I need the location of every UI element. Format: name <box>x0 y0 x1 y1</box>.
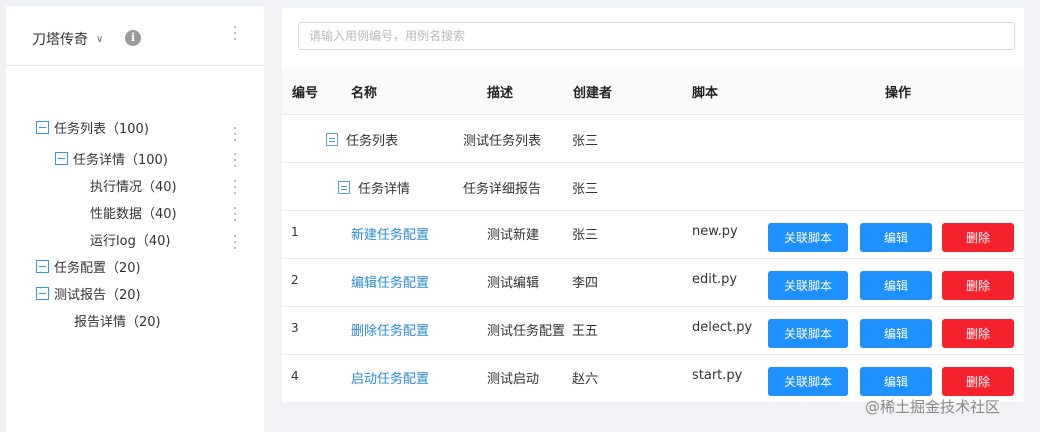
row-creator: 张三 <box>572 228 599 243</box>
row-desc: 任务详细报告 <box>463 182 542 197</box>
row-desc: 测试任务配置 <box>487 324 566 339</box>
edit-button[interactable]: 编辑 <box>860 319 932 348</box>
tree-node-task-list[interactable]: 任务列表（100) <box>36 117 149 137</box>
column-header-id: 编号 <box>292 86 319 101</box>
table-row[interactable]: 任务详情 任务详细报告 张三 <box>282 163 1024 211</box>
row-name-link[interactable]: 新建任务配置 <box>351 224 429 243</box>
table-header: 编号 名称 描述 创建者 脚本 操作 <box>282 68 1024 115</box>
tree-node-task-config[interactable]: 任务配置（20) <box>36 256 141 276</box>
row-id: 2 <box>291 273 299 287</box>
tree-node-report-detail[interactable]: 报告详情（20) <box>74 310 161 330</box>
chevron-down-icon: ∨ <box>96 33 104 45</box>
tree-node-label: 任务配置（20) <box>54 260 141 276</box>
more-icon[interactable] <box>232 127 238 141</box>
row-id: 3 <box>291 321 299 335</box>
tree-node-label: 性能数据（40) <box>90 206 177 222</box>
collapse-icon[interactable] <box>36 286 49 300</box>
tree-node-performance[interactable]: 性能数据（40) <box>90 202 177 222</box>
table-row[interactable]: 2 编辑任务配置 测试编辑 李四 edit.py 关联脚本 编辑 删除 <box>282 259 1024 307</box>
row-id: 1 <box>291 225 299 239</box>
row-creator: 张三 <box>572 182 599 197</box>
link-script-button[interactable]: 关联脚本 <box>768 223 848 252</box>
row-name: 任务详情 <box>338 178 410 197</box>
link-script-button[interactable]: 关联脚本 <box>768 271 848 300</box>
row-script: start.py <box>692 368 743 383</box>
row-name: 任务列表 <box>326 130 398 149</box>
delete-button[interactable]: 删除 <box>942 271 1014 300</box>
column-header-actions: 操作 <box>885 86 912 101</box>
column-header-creator: 创建者 <box>573 86 613 101</box>
row-script: new.py <box>692 224 738 239</box>
project-sidebar: 刀塔传奇 ∨ i 任务列表（100) 任务详情（100) 执行情况（40) 性能… <box>6 6 264 432</box>
tree-node-test-report[interactable]: 测试报告（20) <box>36 283 141 303</box>
tree-node-label: 执行情况（40) <box>90 179 177 195</box>
project-selector[interactable]: 刀塔传奇 ∨ <box>32 29 103 49</box>
watermark: @稀土掘金技术社区 <box>865 398 1001 416</box>
delete-button[interactable]: 删除 <box>942 223 1014 252</box>
tree-node-run-log[interactable]: 运行log（40) <box>90 229 170 249</box>
folder-icon <box>326 133 338 146</box>
row-desc: 测试编辑 <box>487 276 540 291</box>
task-table-panel: 编号 名称 描述 创建者 脚本 操作 任务列表 测试任务列表 张三 任务详情 任… <box>282 8 1024 402</box>
info-icon[interactable]: i <box>125 30 141 46</box>
more-icon[interactable] <box>232 207 238 221</box>
tree-node-label: 报告详情（20) <box>74 314 161 330</box>
row-creator: 张三 <box>572 134 599 149</box>
more-icon[interactable] <box>232 180 238 194</box>
row-desc: 测试新建 <box>487 228 540 243</box>
more-icon[interactable] <box>232 153 238 167</box>
row-script: edit.py <box>692 272 738 287</box>
row-name-link[interactable]: 编辑任务配置 <box>351 272 429 291</box>
tree-node-task-detail[interactable]: 任务详情（100) <box>55 148 168 168</box>
row-name-link[interactable]: 删除任务配置 <box>351 320 429 339</box>
row-desc: 测试任务列表 <box>463 134 542 149</box>
delete-button[interactable]: 删除 <box>942 319 1014 348</box>
column-header-desc: 描述 <box>487 86 514 101</box>
folder-name: 任务列表 <box>346 134 399 149</box>
tree-node-label: 运行log（40) <box>90 233 171 249</box>
more-icon[interactable] <box>232 235 238 249</box>
tree-node-execution[interactable]: 执行情况（40) <box>90 175 177 195</box>
link-script-button[interactable]: 关联脚本 <box>768 319 848 348</box>
row-script: delect.py <box>692 320 753 335</box>
search-input[interactable] <box>298 22 1015 50</box>
edit-button[interactable]: 编辑 <box>860 271 932 300</box>
tree-node-label: 测试报告（20) <box>54 287 141 303</box>
tree-node-label: 任务列表（100) <box>54 121 149 137</box>
row-creator: 王五 <box>572 324 599 339</box>
folder-name: 任务详情 <box>358 182 411 197</box>
row-creator: 李四 <box>572 276 599 291</box>
folder-icon <box>338 181 350 194</box>
row-name-link[interactable]: 启动任务配置 <box>351 368 429 387</box>
collapse-icon[interactable] <box>55 151 68 165</box>
project-name: 刀塔传奇 <box>32 32 88 48</box>
row-desc: 测试启动 <box>487 372 540 387</box>
column-header-name: 名称 <box>351 86 378 101</box>
tree-node-label: 任务详情（100) <box>73 152 168 168</box>
edit-button[interactable]: 编辑 <box>860 367 932 396</box>
delete-button[interactable]: 删除 <box>942 367 1014 396</box>
project-header: 刀塔传奇 ∨ i <box>6 6 264 66</box>
collapse-icon[interactable] <box>36 259 49 273</box>
edit-button[interactable]: 编辑 <box>860 223 932 252</box>
row-creator: 赵六 <box>572 372 599 387</box>
column-header-script: 脚本 <box>692 86 719 101</box>
link-script-button[interactable]: 关联脚本 <box>768 367 848 396</box>
collapse-icon[interactable] <box>36 120 49 134</box>
table-row[interactable]: 任务列表 测试任务列表 张三 <box>282 115 1024 163</box>
row-id: 4 <box>291 369 299 383</box>
more-icon[interactable] <box>232 26 238 40</box>
table-row[interactable]: 1 新建任务配置 测试新建 张三 new.py 关联脚本 编辑 删除 <box>282 211 1024 259</box>
table-row[interactable]: 3 删除任务配置 测试任务配置 王五 delect.py 关联脚本 编辑 删除 <box>282 307 1024 355</box>
